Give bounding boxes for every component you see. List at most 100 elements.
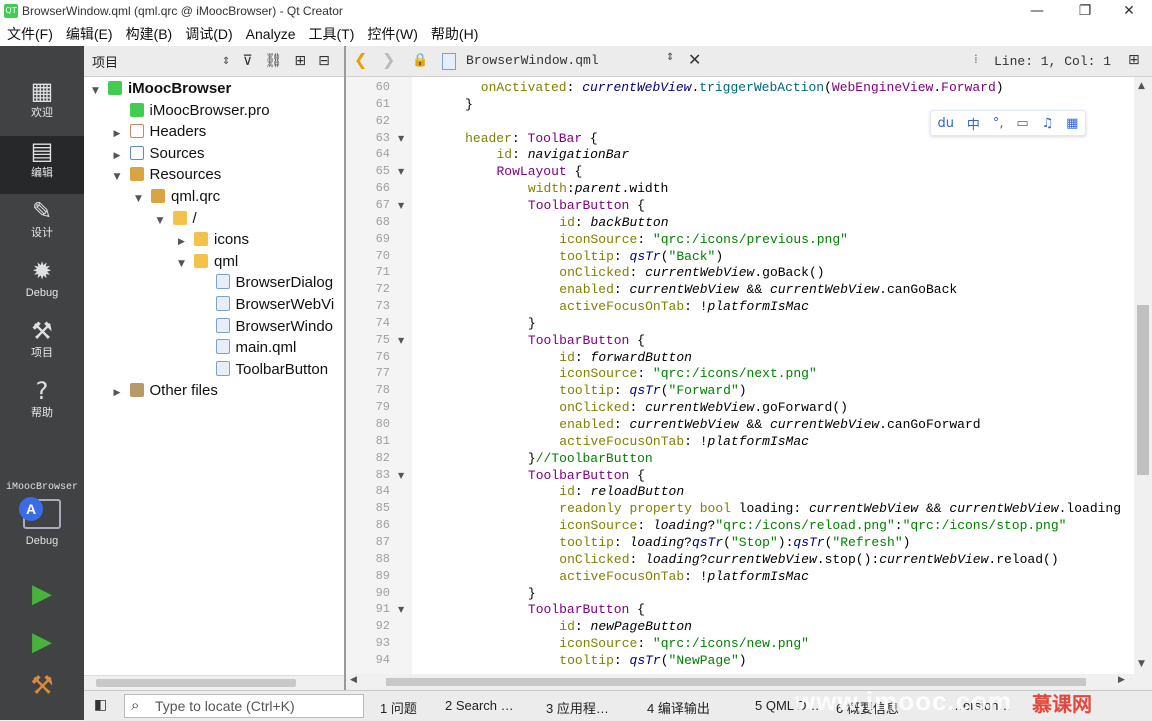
tree-item[interactable]: ToolbarButton (200, 359, 328, 380)
scrollbar-thumb[interactable] (1137, 305, 1149, 475)
expanded-arrow-icon[interactable]: ▼ (114, 167, 126, 188)
expanded-arrow-icon[interactable]: ▼ (178, 254, 190, 275)
code-token: : (613, 417, 630, 432)
mode-help[interactable]: ? 帮助 (0, 376, 84, 434)
maximize-button[interactable]: ❐ (1062, 0, 1108, 22)
tree-item-label: Other files (149, 382, 218, 400)
scroll-right-icon[interactable]: ▶ (1118, 675, 1125, 685)
tree-item[interactable]: ▶ Other files (114, 380, 218, 401)
minimize-button[interactable]: — (1014, 0, 1060, 22)
scroll-up-icon[interactable]: ▲ (1138, 81, 1145, 91)
ime-tool-icon[interactable]: ▭ (1016, 116, 1028, 131)
debug-run-button[interactable]: ▶ (26, 626, 58, 658)
bug-icon: ✹ (31, 257, 53, 285)
forward-arrow-icon[interactable]: ❯ (382, 50, 395, 69)
split-icon[interactable]: ⊞ (294, 53, 306, 69)
fold-marker-icon[interactable]: ▼ (398, 467, 404, 484)
code-token: .canGoForward (879, 417, 981, 432)
tree-item[interactable]: BrowserWebVi (200, 294, 334, 315)
scrollbar-thumb[interactable] (96, 679, 296, 687)
output-pane-tab[interactable]: 2 Search … (445, 698, 514, 713)
toggle-sidebar-icon[interactable]: ◧ (94, 697, 107, 713)
fold-marker-icon[interactable]: ▼ (398, 163, 404, 180)
fold-marker-icon[interactable]: ▼ (398, 197, 404, 214)
mode-edit-doc[interactable]: ▤ 编辑 (0, 136, 84, 194)
expanded-arrow-icon[interactable]: ▼ (157, 211, 169, 232)
fold-marker-icon[interactable]: ▼ (398, 332, 404, 349)
project-horizontal-scrollbar[interactable] (84, 675, 346, 690)
editor-horizontal-scrollbar[interactable]: ◀ ▶ (346, 674, 1134, 690)
tree-item[interactable]: iMoocBrowser.pro (114, 100, 270, 121)
split-editor-icon[interactable]: ⊞ (1128, 52, 1140, 68)
menu-item[interactable]: 文件(F) (0, 22, 59, 46)
tree-item[interactable]: ▼ / (157, 208, 197, 229)
tree-item[interactable]: ▶ Headers (114, 121, 207, 142)
code-token: tooltip (559, 248, 614, 264)
ime-tool-icon[interactable]: ▦ (1066, 116, 1078, 131)
tree-item[interactable]: BrowserDialog (200, 272, 333, 293)
output-pane-tab[interactable]: 1 问题 (380, 698, 417, 717)
menu-item[interactable]: 帮助(H) (424, 22, 484, 46)
tree-item[interactable]: ▼ Resources (114, 164, 222, 185)
pane-view-selector[interactable]: 项目 (92, 52, 222, 71)
editor-vertical-scrollbar[interactable]: ▲ ▼ (1134, 77, 1152, 674)
close-pane-icon[interactable]: ⊟ (318, 53, 330, 69)
build-hammer-button[interactable]: ⚒ (26, 670, 58, 702)
code-line: tooltip: qsTr("Forward") (418, 382, 746, 399)
tree-item[interactable]: ▶ icons (178, 229, 249, 250)
code-token: "Refresh" (832, 534, 903, 550)
locator-input[interactable]: ⌕ Type to locate (Ctrl+K) (124, 694, 364, 718)
code-line: iconSource: "qrc:/icons/previous.png" (418, 231, 848, 248)
expanded-arrow-icon[interactable]: ▼ (135, 189, 147, 210)
pencil-icon: ✎ (31, 197, 53, 225)
line-number: 70 (375, 248, 390, 263)
menu-item[interactable]: 控件(W) (360, 22, 424, 46)
menu-item[interactable]: Analyze (239, 22, 302, 46)
scroll-down-icon[interactable]: ▼ (1138, 659, 1145, 669)
ime-tool-icon[interactable]: ♫ (1042, 116, 1054, 131)
mode-pencil[interactable]: ✎ 设计 (0, 196, 84, 254)
code-editor[interactable]: onActivated: currentWebView. triggerWebAc… (412, 77, 1134, 674)
mode-bug[interactable]: ✹ Debug (0, 256, 84, 314)
menu-item[interactable]: 工具(T) (301, 22, 360, 46)
fold-marker-icon[interactable]: ▼ (398, 130, 404, 147)
tree-item[interactable]: ▼ iMoocBrowser (92, 78, 231, 99)
run-button[interactable]: ▶ (26, 578, 58, 610)
menu-item[interactable]: 构建(B) (119, 22, 179, 46)
code-line: id: forwardButton (418, 349, 692, 366)
fold-marker-icon[interactable]: ▼ (398, 601, 404, 618)
tree-item[interactable]: main.qml (200, 337, 296, 358)
open-document-name[interactable]: BrowserWindow.qml (466, 53, 599, 68)
filter-icon[interactable]: ⊽ (242, 53, 252, 69)
close-document-icon[interactable]: ✕ (688, 50, 701, 69)
chevron-updown-icon[interactable]: ⇕ (222, 56, 230, 67)
code-line: activeFocusOnTab: !platformIsMac (418, 298, 809, 315)
menu-item[interactable]: 编辑(E) (59, 22, 119, 46)
link-icon[interactable]: ⛓ (265, 53, 283, 69)
output-pane-tab[interactable]: 3 应用程… (546, 698, 609, 717)
collapsed-arrow-icon[interactable]: ▶ (114, 383, 126, 404)
tree-item[interactable]: ▶ Sources (114, 143, 205, 164)
scroll-left-icon[interactable]: ◀ (350, 675, 357, 685)
output-pane-tab[interactable]: 4 编译输出 (647, 698, 710, 717)
close-button[interactable]: ✕ (1106, 0, 1152, 22)
mode-grid[interactable]: ▦ 欢迎 (0, 76, 84, 134)
back-arrow-icon[interactable]: ❮ (354, 50, 367, 69)
h-file-icon (129, 124, 144, 139)
kit-selector[interactable]: iMoocBrowser A Debug (0, 478, 84, 562)
code-token: currentWebView (808, 501, 919, 517)
tree-item[interactable]: ▼ qml (178, 251, 238, 272)
mode-wrench[interactable]: ⚒ 项目 (0, 316, 84, 374)
ime-tool-icon[interactable]: °, (993, 116, 1004, 131)
menu-item[interactable]: 调试(D) (178, 22, 238, 46)
chevron-updown-icon[interactable]: ⇕ (666, 52, 674, 63)
code-token: : (629, 265, 646, 281)
code-line: width:parent.width (418, 180, 668, 197)
tree-item[interactable]: BrowserWindo (200, 316, 333, 337)
search-icon: ⌕ (131, 696, 140, 714)
expanded-arrow-icon[interactable]: ▼ (92, 81, 104, 102)
scrollbar-thumb[interactable] (386, 678, 1086, 686)
ime-tool-icon[interactable]: du (937, 116, 954, 131)
tree-item[interactable]: ▼ qml.qrc (135, 186, 220, 207)
ime-tool-icon[interactable]: 中 (967, 114, 980, 133)
